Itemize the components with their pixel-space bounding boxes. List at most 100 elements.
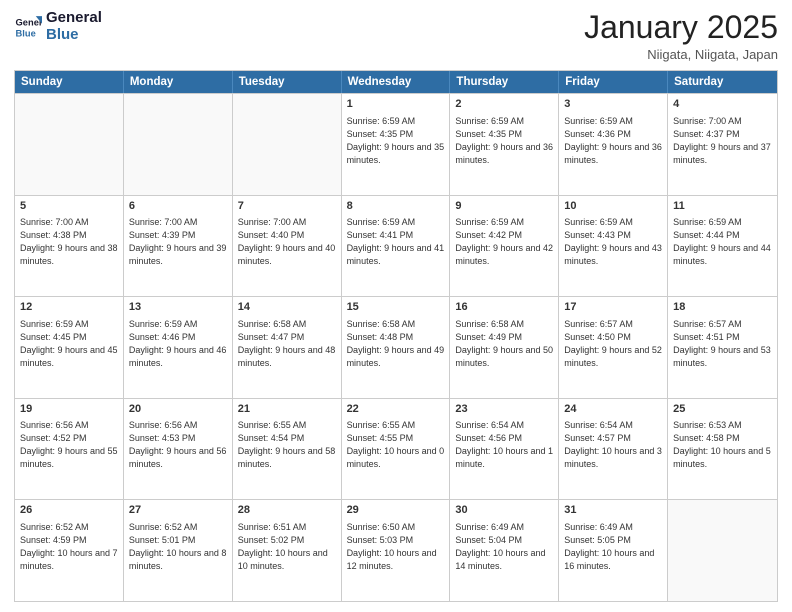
logo-blue: Blue	[46, 27, 102, 44]
day-cell-3: 3 Sunrise: 6:59 AM Sunset: 4:36 PM Daylig…	[559, 94, 668, 195]
day-info: Sunrise: 6:54 AM Sunset: 4:56 PM Dayligh…	[455, 419, 553, 471]
day-cell-29: 29Sunrise: 6:50 AM Sunset: 5:03 PM Dayli…	[342, 500, 451, 601]
day-info: Sunrise: 6:59 AM Sunset: 4:35 PM Dayligh…	[455, 115, 553, 167]
header-cell-sunday: Sunday	[15, 71, 124, 93]
header-cell-friday: Friday	[559, 71, 668, 93]
header-cell-wednesday: Wednesday	[342, 71, 451, 93]
svg-text:Blue: Blue	[16, 28, 36, 38]
day-number: 10	[564, 199, 662, 214]
day-cell-25: 25 Sunrise: 6:53 AM Sunset: 4:58 PM Dayli…	[668, 399, 777, 500]
day-info: Sunrise: 6:56 AM Sunset: 4:52 PM Dayligh…	[20, 419, 118, 471]
calendar-body: 1 Sunrise: 6:59 AM Sunset: 4:35 PM Daylig…	[15, 93, 777, 601]
header-cell-saturday: Saturday	[668, 71, 777, 93]
day-info: Sunrise: 6:59 AM Sunset: 4:35 PM Dayligh…	[347, 115, 445, 167]
day-cell-17: 17 Sunrise: 6:57 AM Sunset: 4:50 PM Dayli…	[559, 297, 668, 398]
day-info: Sunrise: 6:59 AM Sunset: 4:36 PM Dayligh…	[564, 115, 662, 167]
day-info: Sunrise: 6:57 AM Sunset: 4:51 PM Dayligh…	[673, 318, 772, 370]
day-number: 28	[238, 503, 336, 518]
day-number: 13	[129, 300, 227, 315]
day-cell-14: 14 Sunrise: 6:58 AM Sunset: 4:47 PM Dayli…	[233, 297, 342, 398]
day-number: 16	[455, 300, 553, 315]
day-info: Sunrise: 6:54 AM Sunset: 4:57 PM Dayligh…	[564, 419, 662, 471]
calendar-header: SundayMondayTuesdayWednesdayThursdayFrid…	[15, 71, 777, 93]
day-number: 18	[673, 300, 772, 315]
day-number: 2	[455, 97, 553, 112]
day-cell-5: 5Sunrise: 7:00 AM Sunset: 4:38 PM Daylig…	[15, 196, 124, 297]
day-info: Sunrise: 6:59 AM Sunset: 4:45 PM Dayligh…	[20, 318, 118, 370]
day-cell-20: 20Sunrise: 6:56 AM Sunset: 4:53 PM Dayli…	[124, 399, 233, 500]
day-cell-21: 21 Sunrise: 6:55 AM Sunset: 4:54 PM Dayli…	[233, 399, 342, 500]
day-info: Sunrise: 6:55 AM Sunset: 4:54 PM Dayligh…	[238, 419, 336, 471]
title-block: January 2025 Niigata, Niigata, Japan	[584, 10, 778, 62]
day-cell-9: 9 Sunrise: 6:59 AM Sunset: 4:42 PM Daylig…	[450, 196, 559, 297]
calendar-page: General Blue General Blue January 2025 N…	[0, 0, 792, 612]
day-info: Sunrise: 7:00 AM Sunset: 4:40 PM Dayligh…	[238, 216, 336, 268]
day-number: 3	[564, 97, 662, 112]
day-cell-6: 6Sunrise: 7:00 AM Sunset: 4:39 PM Daylig…	[124, 196, 233, 297]
day-number: 9	[455, 199, 553, 214]
day-cell-11: 11 Sunrise: 6:59 AM Sunset: 4:44 PM Dayli…	[668, 196, 777, 297]
day-number: 4	[673, 97, 772, 112]
header-cell-tuesday: Tuesday	[233, 71, 342, 93]
day-number: 11	[673, 199, 772, 214]
day-cell-12: 12Sunrise: 6:59 AM Sunset: 4:45 PM Dayli…	[15, 297, 124, 398]
week-row-2: 5Sunrise: 7:00 AM Sunset: 4:38 PM Daylig…	[15, 195, 777, 297]
day-number: 24	[564, 402, 662, 417]
day-info: Sunrise: 6:51 AM Sunset: 5:02 PM Dayligh…	[238, 521, 336, 573]
day-number: 7	[238, 199, 336, 214]
week-row-4: 19 Sunrise: 6:56 AM Sunset: 4:52 PM Dayli…	[15, 398, 777, 500]
logo-icon: General Blue	[14, 13, 42, 41]
day-number: 19	[20, 402, 118, 417]
day-cell-26: 26 Sunrise: 6:52 AM Sunset: 4:59 PM Dayli…	[15, 500, 124, 601]
day-info: Sunrise: 6:59 AM Sunset: 4:44 PM Dayligh…	[673, 216, 772, 268]
day-info: Sunrise: 7:00 AM Sunset: 4:38 PM Dayligh…	[20, 216, 118, 268]
empty-cell	[233, 94, 342, 195]
day-info: Sunrise: 6:53 AM Sunset: 4:58 PM Dayligh…	[673, 419, 772, 471]
day-cell-1: 1 Sunrise: 6:59 AM Sunset: 4:35 PM Daylig…	[342, 94, 451, 195]
day-cell-19: 19 Sunrise: 6:56 AM Sunset: 4:52 PM Dayli…	[15, 399, 124, 500]
day-info: Sunrise: 6:59 AM Sunset: 4:42 PM Dayligh…	[455, 216, 553, 268]
day-number: 22	[347, 402, 445, 417]
day-cell-2: 2 Sunrise: 6:59 AM Sunset: 4:35 PM Daylig…	[450, 94, 559, 195]
day-cell-23: 23 Sunrise: 6:54 AM Sunset: 4:56 PM Dayli…	[450, 399, 559, 500]
day-number: 14	[238, 300, 336, 315]
day-number: 8	[347, 199, 445, 214]
day-cell-7: 7 Sunrise: 7:00 AM Sunset: 4:40 PM Daylig…	[233, 196, 342, 297]
day-number: 15	[347, 300, 445, 315]
empty-cell	[668, 500, 777, 601]
day-number: 21	[238, 402, 336, 417]
day-info: Sunrise: 6:59 AM Sunset: 4:41 PM Dayligh…	[347, 216, 445, 268]
day-number: 1	[347, 97, 445, 112]
day-cell-18: 18 Sunrise: 6:57 AM Sunset: 4:51 PM Dayli…	[668, 297, 777, 398]
day-cell-31: 31 Sunrise: 6:49 AM Sunset: 5:05 PM Dayli…	[559, 500, 668, 601]
calendar: SundayMondayTuesdayWednesdayThursdayFrid…	[14, 70, 778, 602]
location: Niigata, Niigata, Japan	[584, 47, 778, 62]
day-info: Sunrise: 6:57 AM Sunset: 4:50 PM Dayligh…	[564, 318, 662, 370]
header-cell-monday: Monday	[124, 71, 233, 93]
day-info: Sunrise: 6:58 AM Sunset: 4:48 PM Dayligh…	[347, 318, 445, 370]
day-number: 23	[455, 402, 553, 417]
day-cell-27: 27Sunrise: 6:52 AM Sunset: 5:01 PM Dayli…	[124, 500, 233, 601]
day-info: Sunrise: 6:58 AM Sunset: 4:47 PM Dayligh…	[238, 318, 336, 370]
day-info: Sunrise: 6:49 AM Sunset: 5:04 PM Dayligh…	[455, 521, 553, 573]
logo-general: General	[46, 10, 102, 27]
day-info: Sunrise: 7:00 AM Sunset: 4:39 PM Dayligh…	[129, 216, 227, 268]
day-number: 30	[455, 503, 553, 518]
week-row-3: 12Sunrise: 6:59 AM Sunset: 4:45 PM Dayli…	[15, 296, 777, 398]
header-cell-thursday: Thursday	[450, 71, 559, 93]
day-cell-30: 30 Sunrise: 6:49 AM Sunset: 5:04 PM Dayli…	[450, 500, 559, 601]
day-number: 26	[20, 503, 118, 518]
day-info: Sunrise: 6:59 AM Sunset: 4:46 PM Dayligh…	[129, 318, 227, 370]
day-info: Sunrise: 6:52 AM Sunset: 5:01 PM Dayligh…	[129, 521, 227, 573]
header: General Blue General Blue January 2025 N…	[14, 10, 778, 62]
empty-cell	[15, 94, 124, 195]
day-info: Sunrise: 6:50 AM Sunset: 5:03 PM Dayligh…	[347, 521, 445, 573]
day-info: Sunrise: 6:52 AM Sunset: 4:59 PM Dayligh…	[20, 521, 118, 573]
day-cell-10: 10Sunrise: 6:59 AM Sunset: 4:43 PM Dayli…	[559, 196, 668, 297]
month-title: January 2025	[584, 10, 778, 45]
day-number: 17	[564, 300, 662, 315]
day-info: Sunrise: 7:00 AM Sunset: 4:37 PM Dayligh…	[673, 115, 772, 167]
day-info: Sunrise: 6:49 AM Sunset: 5:05 PM Dayligh…	[564, 521, 662, 573]
day-number: 31	[564, 503, 662, 518]
day-number: 25	[673, 402, 772, 417]
